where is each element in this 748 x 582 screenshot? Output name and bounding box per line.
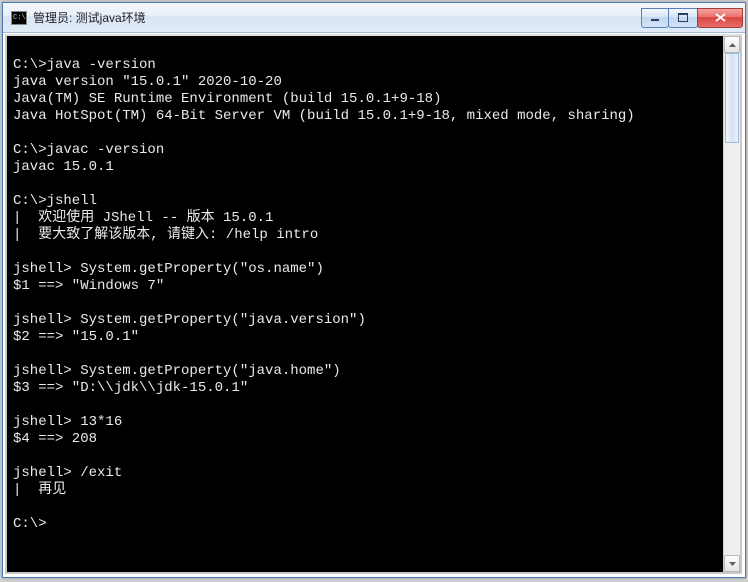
terminal-line	[13, 40, 717, 57]
terminal-line: C:\>javac -version	[13, 142, 717, 159]
close-button[interactable]	[697, 8, 743, 28]
window-title: 管理员: 测试java环境	[33, 9, 642, 26]
terminal-line: C:\>java -version	[13, 57, 717, 74]
maximize-icon	[678, 13, 688, 22]
terminal-line: $1 ==> "Windows 7"	[13, 278, 717, 295]
terminal-line	[13, 448, 717, 465]
maximize-button[interactable]	[668, 8, 698, 28]
terminal-line: jshell> System.getProperty("java.home")	[13, 363, 717, 380]
terminal-line: jshell> System.getProperty("os.name")	[13, 261, 717, 278]
terminal-line: Java HotSpot(TM) 64-Bit Server VM (build…	[13, 108, 717, 125]
terminal-line	[13, 295, 717, 312]
chevron-down-icon	[729, 562, 736, 566]
terminal-line: jshell> 13*16	[13, 414, 717, 431]
terminal-line: $2 ==> "15.0.1"	[13, 329, 717, 346]
terminal-line: $4 ==> 208	[13, 431, 717, 448]
terminal-line	[13, 346, 717, 363]
terminal-line: | 欢迎使用 JShell -- 版本 15.0.1	[13, 210, 717, 227]
terminal-line	[13, 244, 717, 261]
terminal-area: C:\>java -versionjava version "15.0.1" 2…	[5, 34, 742, 574]
terminal-line	[13, 397, 717, 414]
command-prompt-window: C:\ 管理员: 测试java环境 C:\>java -versionjava …	[2, 2, 746, 578]
vertical-scrollbar[interactable]	[723, 36, 740, 572]
chevron-up-icon	[729, 43, 736, 47]
terminal-line	[13, 125, 717, 142]
window-controls	[642, 8, 743, 28]
window-titlebar[interactable]: C:\ 管理员: 测试java环境	[3, 3, 745, 33]
terminal-line: jshell> /exit	[13, 465, 717, 482]
cmd-icon: C:\	[11, 11, 27, 25]
terminal-line: jshell> System.getProperty("java.version…	[13, 312, 717, 329]
terminal-output[interactable]: C:\>java -versionjava version "15.0.1" 2…	[7, 36, 723, 572]
terminal-line: javac 15.0.1	[13, 159, 717, 176]
terminal-line: $3 ==> "D:\\jdk\\jdk-15.0.1"	[13, 380, 717, 397]
close-icon	[715, 13, 726, 22]
terminal-line: java version "15.0.1" 2020-10-20	[13, 74, 717, 91]
scroll-down-button[interactable]	[724, 555, 740, 572]
terminal-line: | 要大致了解该版本, 请键入: /help intro	[13, 227, 717, 244]
scroll-up-button[interactable]	[724, 36, 740, 53]
terminal-line: C:\>jshell	[13, 193, 717, 210]
terminal-line: Java(TM) SE Runtime Environment (build 1…	[13, 91, 717, 108]
scroll-thumb[interactable]	[725, 53, 739, 143]
terminal-line	[13, 176, 717, 193]
terminal-line	[13, 499, 717, 516]
terminal-line: C:\>	[13, 516, 717, 533]
minimize-button[interactable]	[641, 8, 669, 28]
terminal-line: | 再见	[13, 482, 717, 499]
scroll-track[interactable]	[724, 53, 740, 555]
minimize-icon	[650, 14, 660, 22]
